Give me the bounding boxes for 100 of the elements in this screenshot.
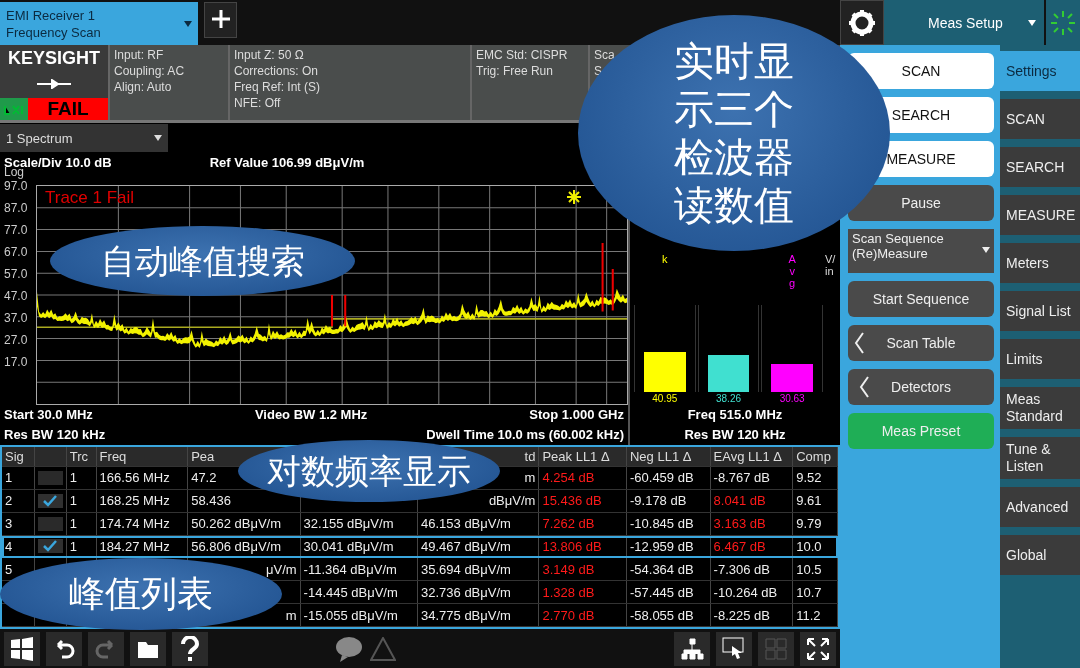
table-cell: 11.2 (793, 604, 838, 626)
annotation-tooltip: 自动峰值搜索 (50, 226, 355, 296)
menu-tab[interactable]: SEARCH (1000, 147, 1080, 187)
table-cell: 15.436 dB (539, 489, 627, 512)
table-cell: 1.328 dB (539, 581, 627, 604)
menu-button[interactable]: Pause (848, 185, 994, 221)
help-icon[interactable] (172, 631, 208, 666)
table-cell: 9.79 (793, 512, 838, 535)
table-cell: 34.775 dBμV/m (418, 604, 540, 626)
menu-tab[interactable]: Global (1000, 535, 1080, 575)
lxi-icon (0, 98, 28, 120)
table-cell: 32.155 dBμV/m (300, 512, 418, 535)
fail-indicator: FAIL (28, 98, 108, 120)
table-cell: -8.225 dB (710, 604, 794, 626)
folder-icon[interactable] (130, 631, 166, 666)
scan-sequence-dropdown[interactable]: Scan Sequence (Re)Measure (848, 229, 994, 273)
column-header: EAvg LL1 Δ (710, 447, 794, 466)
window-select[interactable]: 1 Spectrum (0, 124, 168, 152)
ref-value-label: Ref Value 106.99 dBμV/m (209, 155, 365, 172)
table-cell: 32.736 dBμV/m (418, 581, 540, 604)
caret-icon (982, 246, 990, 254)
table-cell: 184.27 MHz (96, 535, 189, 558)
table-cell: -10.264 dB (710, 581, 794, 604)
settings-icon[interactable] (840, 0, 884, 45)
status-text: Trig: Free Run (476, 63, 554, 79)
table-cell: -7.306 dB (710, 558, 794, 581)
sweep-setting: Dwell Time 10.0 ms (60.002 kHz) (426, 426, 624, 444)
input-arrow-icon (37, 78, 71, 89)
status-text: NFE: Off (234, 95, 282, 111)
axis-label: 57.0 (4, 267, 29, 283)
measurement-tab[interactable]: EMI Receiver 1 Frequency Scan (0, 2, 198, 45)
submenu-button[interactable]: Detectors (848, 369, 994, 405)
table-cell: -8.767 dB (710, 466, 794, 489)
table-cell: 49.467 dBμV/m (418, 535, 540, 558)
row-checkbox[interactable] (37, 516, 63, 531)
redo-icon[interactable] (88, 631, 124, 666)
column-header: Peak LL1 Δ (539, 447, 627, 466)
row-checkbox[interactable] (37, 539, 63, 554)
column-header: Freq (96, 447, 189, 466)
table-cell: 50.262 dBμV/m (188, 512, 301, 535)
meter-value: 40.95 (652, 392, 678, 405)
caret-icon (1028, 18, 1036, 27)
chat-icon[interactable] (334, 634, 364, 663)
plus-icon (210, 9, 231, 29)
table-cell: 1 (2, 466, 35, 489)
table-cell: 1 (66, 512, 97, 535)
table-cell: -57.445 dB (627, 581, 711, 604)
column-header: Trc (66, 447, 97, 466)
menu-button[interactable]: Start Sequence (848, 281, 994, 317)
table-cell: -9.178 dB (627, 489, 711, 512)
caret-icon (154, 134, 162, 142)
network-icon[interactable] (674, 631, 710, 666)
axis-label: 87.0 (4, 201, 29, 217)
sweep-setting: Stop 1.000 GHz (529, 406, 624, 424)
table-cell: 7.262 dB (539, 512, 627, 535)
status-text: Align: Auto (114, 79, 173, 95)
menu-tab[interactable]: Tune & Listen (1000, 437, 1080, 479)
column-header: Neg LL1 Δ (627, 447, 711, 466)
menu-tab[interactable]: Signal List (1000, 291, 1080, 331)
trace-status: Trace 1 Fail (45, 188, 135, 208)
status-text: Freq Ref: Int (S) (234, 79, 322, 95)
menu-tab[interactable]: Meters (1000, 243, 1080, 283)
axis-label: 97.0 (4, 179, 29, 195)
sweep-setting: Start 30.0 MHz (4, 406, 93, 424)
row-checkbox[interactable] (37, 493, 63, 508)
add-button[interactable] (204, 2, 237, 38)
table-cell: 3.149 dB (539, 558, 627, 581)
menu-tab[interactable]: Advanced (1000, 487, 1080, 527)
touch-icon[interactable] (716, 631, 752, 666)
table-cell: -60.459 dB (627, 466, 711, 489)
table-cell: 1 (66, 489, 97, 512)
brand-logo: KEYSIGHT (8, 47, 100, 69)
windows-icon[interactable] (4, 631, 40, 666)
chevron-left-icon (854, 332, 865, 354)
fullscreen-icon[interactable] (800, 631, 836, 666)
menu-tab[interactable]: Settings (1000, 51, 1080, 91)
axis-label: 27.0 (4, 333, 29, 349)
status-text: EMC Std: CISPR (476, 47, 569, 63)
table-cell: 3 (2, 512, 35, 535)
table-cell: -54.364 dB (627, 558, 711, 581)
menu-tab[interactable]: SCAN (1000, 99, 1080, 139)
column-header: Sig (2, 447, 35, 466)
submenu-button[interactable]: Scan Table (848, 325, 994, 361)
undo-icon[interactable] (46, 631, 82, 666)
star-icon (567, 190, 581, 204)
table-cell: -14.445 dBμV/m (300, 581, 418, 604)
busy-indicator-icon (1050, 9, 1076, 36)
meter-value: 30.63 (779, 392, 805, 405)
menu-tab[interactable]: Limits (1000, 339, 1080, 379)
axis-label: 37.0 (4, 311, 29, 327)
triangle-icon[interactable] (370, 636, 396, 661)
menu-tab[interactable]: MEASURE (1000, 195, 1080, 235)
row-checkbox[interactable] (37, 470, 63, 485)
menu-title-dropdown[interactable]: Meas Setup (884, 0, 1044, 45)
menu-tab[interactable]: Meas Standard (1000, 387, 1080, 429)
axis-label: 67.0 (4, 245, 29, 261)
table-cell: -11.364 dBμV/m (300, 558, 418, 581)
caret-icon (184, 19, 192, 28)
table-cell: 1 (66, 466, 97, 489)
status-text: Input Z: 50 Ω (234, 47, 305, 63)
